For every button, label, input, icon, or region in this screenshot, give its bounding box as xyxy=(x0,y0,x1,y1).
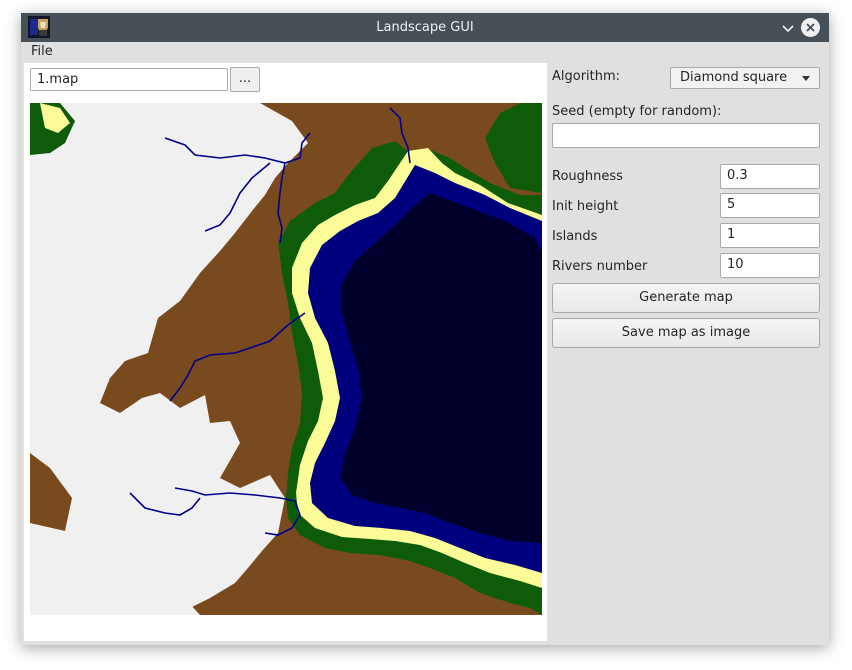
save-map-button[interactable]: Save map as image xyxy=(552,318,820,348)
rivers-label: Rivers number xyxy=(552,259,648,274)
seed-label: Seed (empty for random): xyxy=(552,104,722,119)
algorithm-value: Diamond square xyxy=(680,70,788,85)
init-height-input[interactable]: 5 xyxy=(720,193,820,218)
close-button[interactable] xyxy=(801,18,820,37)
seed-input[interactable] xyxy=(552,123,820,148)
close-icon xyxy=(806,23,815,32)
init-height-label: Init height xyxy=(552,199,619,214)
browse-button[interactable]: ... xyxy=(230,67,260,92)
file-path-input[interactable]: 1.map xyxy=(30,68,228,91)
roughness-input[interactable]: 0.3 xyxy=(720,164,820,189)
window-title: Landscape GUI xyxy=(376,20,474,35)
rivers-input[interactable]: 10 xyxy=(720,253,820,278)
map-panel: 1.map ... xyxy=(24,63,547,641)
generate-map-button[interactable]: Generate map xyxy=(552,283,820,313)
landscape-map xyxy=(30,103,542,615)
settings-panel: Algorithm: Diamond square Seed (empty fo… xyxy=(552,63,829,645)
algorithm-select[interactable]: Diamond square xyxy=(670,67,820,89)
islands-input[interactable]: 1 xyxy=(720,223,820,248)
menu-bar: File xyxy=(21,42,829,62)
chevron-down-icon xyxy=(802,76,810,81)
minimize-icon[interactable] xyxy=(779,19,797,37)
title-bar[interactable]: Landscape GUI xyxy=(21,13,829,42)
app-window: Landscape GUI File 1.map ... Algorithm: … xyxy=(21,13,829,645)
algorithm-label: Algorithm: xyxy=(552,69,621,84)
menu-file[interactable]: File xyxy=(31,44,53,59)
islands-label: Islands xyxy=(552,229,598,244)
roughness-label: Roughness xyxy=(552,169,623,184)
